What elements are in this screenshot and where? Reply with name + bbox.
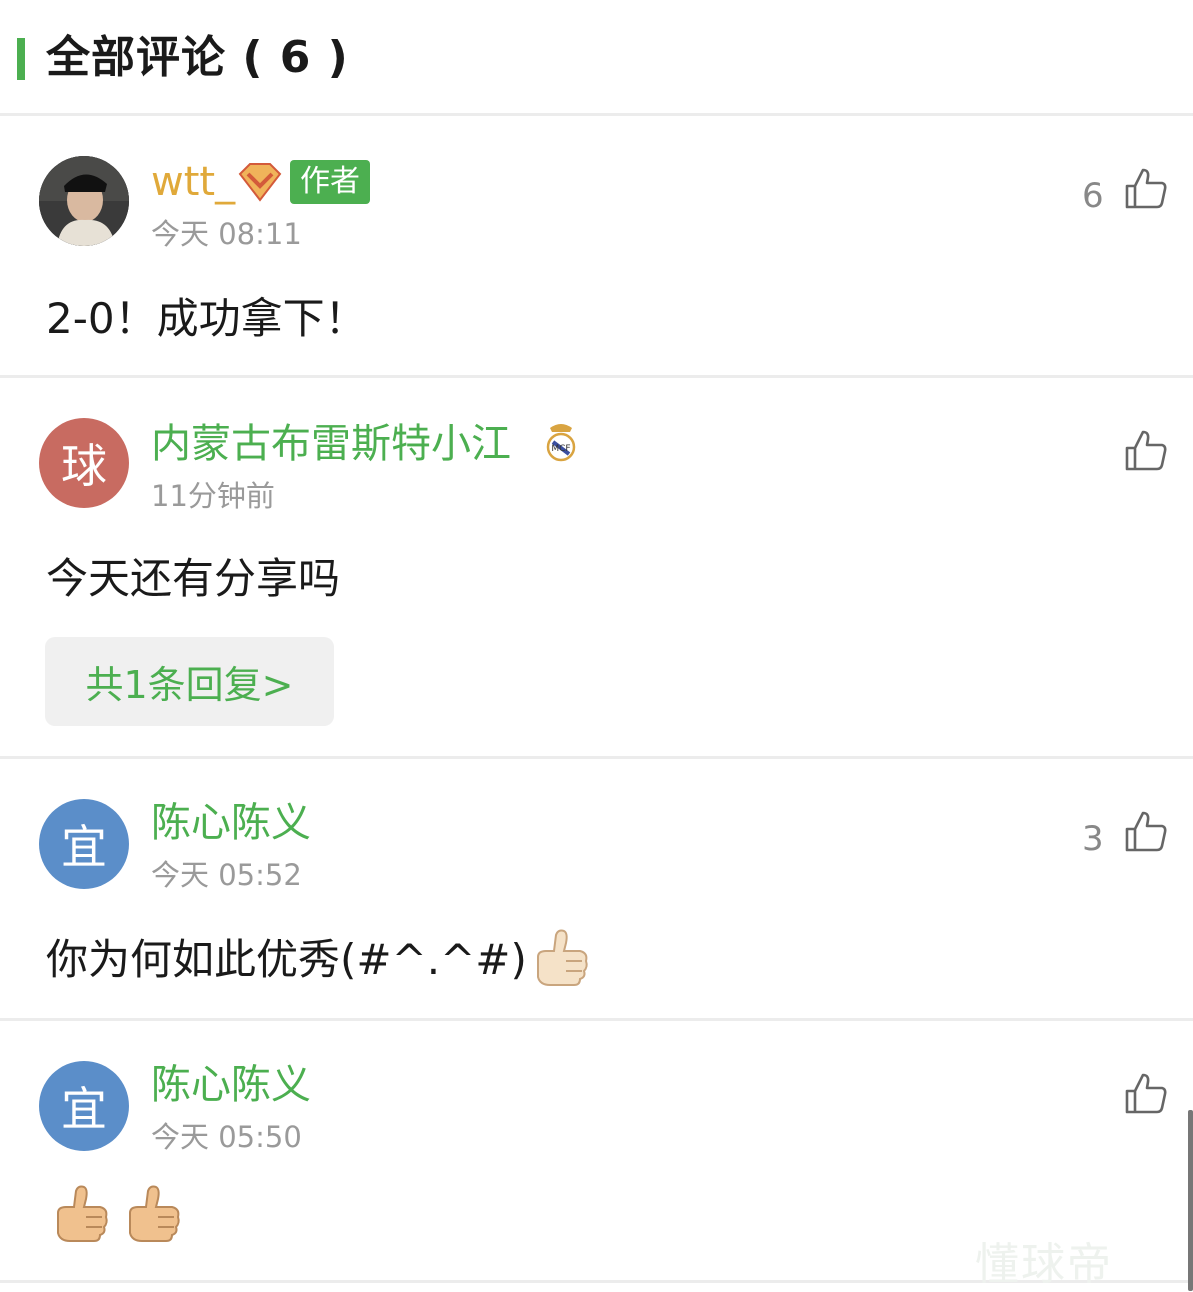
svg-text:MCF: MCF [551, 444, 570, 454]
avatar[interactable] [39, 156, 129, 246]
avatar[interactable]: 球 [39, 418, 129, 508]
scrollbar[interactable] [1188, 1110, 1193, 1291]
author-badge: 作者 [290, 160, 370, 204]
username[interactable]: 内蒙古布雷斯特小江 [151, 420, 511, 468]
comment-text: 你为何如此优秀(#^.^#) [46, 935, 527, 984]
comment-time: 11分钟前 [151, 479, 275, 513]
comment-time: 今天 05:50 [151, 1120, 302, 1154]
real-madrid-crest-icon: MCF [546, 424, 576, 462]
comment-text: 今天还有分享吗 [46, 554, 341, 603]
comments-title: 全部评论 ( 6 ) [46, 32, 349, 83]
comment-item: wtt_ 作者 今天 08:11 2-0！成功拿下！ 6 [0, 116, 1193, 378]
diamond-vip-icon [238, 163, 282, 202]
username[interactable]: wtt_ [151, 158, 235, 206]
thumbs-up-emoji [57, 1185, 108, 1242]
user-photo-avatar-icon [39, 156, 129, 246]
thumbs-up-icon[interactable] [1124, 809, 1168, 853]
username[interactable]: 陈心陈义 [151, 799, 311, 847]
thumbs-up-emoji [129, 1185, 180, 1242]
view-replies-button[interactable]: 共1条回复> [45, 637, 334, 726]
like-count: 3 [1082, 819, 1104, 859]
comment-text: 2-0！成功拿下！ [46, 294, 367, 343]
username[interactable]: 陈心陈义 [151, 1061, 311, 1109]
watermark: 懂球帝 [975, 1239, 1113, 1290]
comments-header: 全部评论 ( 6 ) [0, 0, 1193, 116]
header-accent-bar [17, 38, 25, 80]
avatar[interactable]: 宜 [39, 1061, 129, 1151]
like-count: 6 [1082, 176, 1104, 216]
comment-item: 球 内蒙古布雷斯特小江 MCF 11分钟前 今天还有分享吗 共1条回复> [0, 378, 1193, 759]
thumbs-up-icon[interactable] [1124, 166, 1168, 210]
comment-time: 今天 05:52 [151, 858, 302, 892]
comment-time: 今天 08:11 [151, 217, 302, 251]
comment-item: 宜 陈心陈义 今天 05:52 你为何如此优秀(#^.^#) 3 [0, 759, 1193, 1021]
thumbs-up-icon[interactable] [1124, 428, 1168, 472]
thumbs-up-emoji [537, 929, 588, 986]
thumbs-up-icon[interactable] [1124, 1071, 1168, 1115]
avatar[interactable]: 宜 [39, 799, 129, 889]
